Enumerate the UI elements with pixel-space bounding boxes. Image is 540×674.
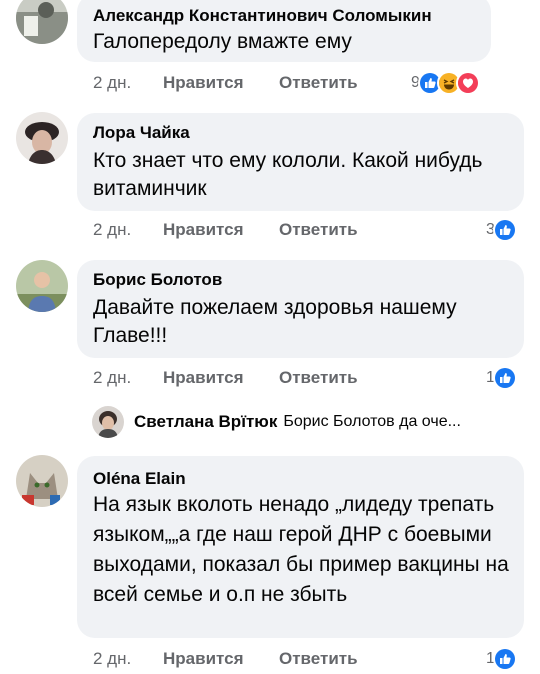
reply-button[interactable]: Ответить bbox=[279, 73, 358, 93]
reply-button[interactable]: Ответить bbox=[279, 220, 358, 240]
comment-author[interactable]: Лора Чайка bbox=[93, 123, 190, 143]
reply-preview[interactable]: Светлана Врїтюк Борис Болотов да оче... bbox=[92, 405, 461, 439]
reaction-summary[interactable]: 3 bbox=[486, 218, 517, 242]
reaction-summary[interactable]: 1 bbox=[486, 647, 517, 671]
like-reaction-icon bbox=[492, 647, 517, 671]
comment-time[interactable]: 2 дн. bbox=[93, 368, 131, 388]
like-button[interactable]: Нравится bbox=[163, 220, 244, 240]
reaction-summary[interactable]: 9 bbox=[411, 71, 480, 95]
love-reaction-icon bbox=[455, 71, 480, 95]
like-reaction-icon bbox=[492, 366, 517, 390]
comment-time[interactable]: 2 дн. bbox=[93, 73, 131, 93]
like-button[interactable]: Нравится bbox=[163, 368, 244, 388]
avatar[interactable] bbox=[16, 0, 68, 44]
comment-text: На язык вколоть ненадо „лидеду трепать я… bbox=[93, 493, 509, 606]
like-button[interactable]: Нравится bbox=[163, 649, 244, 669]
reply-button[interactable]: Ответить bbox=[279, 368, 358, 388]
comment-author[interactable]: Oléna Elain bbox=[93, 469, 186, 488]
comment-bubble: Лора Чайка Кто знает что ему кололи. Как… bbox=[77, 113, 524, 211]
comment-author[interactable]: Александр Константинович Соломыкин bbox=[93, 6, 432, 26]
avatar[interactable] bbox=[16, 260, 68, 312]
avatar[interactable] bbox=[16, 112, 68, 164]
reply-text: Борис Болотов да оче... bbox=[283, 413, 461, 430]
avatar[interactable] bbox=[92, 406, 124, 438]
reaction-summary[interactable]: 1 bbox=[486, 366, 517, 390]
comment-text: Давайте пожелаем здоровья нашему Главе!!… bbox=[93, 296, 457, 347]
comment-time[interactable]: 2 дн. bbox=[93, 649, 131, 669]
comment-text: Галопередолу вмажте ему bbox=[93, 30, 352, 53]
comment-bubble: Борис Болотов Давайте пожелаем здоровья … bbox=[77, 260, 524, 358]
comment-author-wrap: Oléna Elain bbox=[93, 464, 512, 493]
reply-button[interactable]: Ответить bbox=[279, 649, 358, 669]
avatar[interactable] bbox=[16, 455, 68, 507]
comment-author[interactable]: Борис Болотов bbox=[93, 270, 222, 290]
like-button[interactable]: Нравится bbox=[163, 73, 244, 93]
reply-author[interactable]: Светлана Врїтюк bbox=[134, 412, 277, 432]
comment-bubble: Александр Константинович Соломыкин Галоп… bbox=[77, 0, 491, 62]
comment-text: Кто знает что ему кололи. Какой нибудь в… bbox=[93, 149, 483, 200]
comment-bubble: Oléna Elain На язык вколоть ненадо „лиде… bbox=[77, 456, 524, 638]
like-reaction-icon bbox=[492, 218, 517, 242]
comment-time[interactable]: 2 дн. bbox=[93, 220, 131, 240]
